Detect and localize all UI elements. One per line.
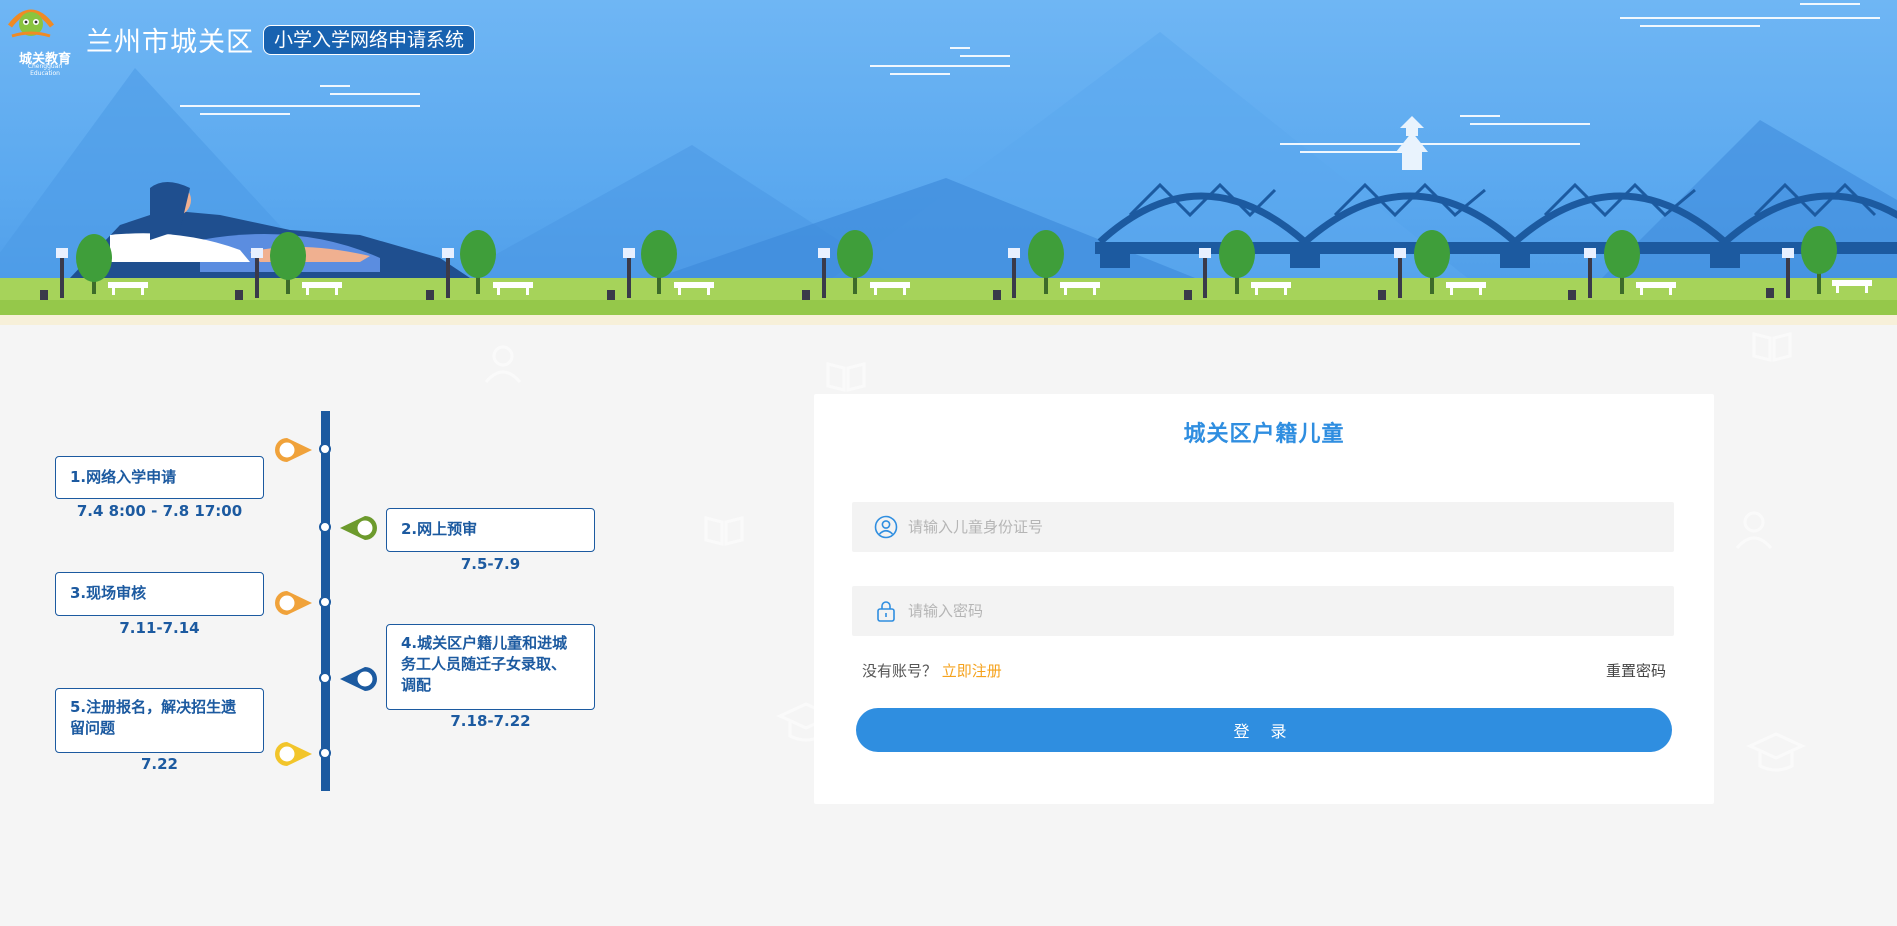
timeline-dot-2 bbox=[319, 521, 331, 533]
login-card: 城关区户籍儿童 没有账号？ 立即注册 重置密码 登 录 bbox=[814, 394, 1714, 804]
login-title: 城关区户籍儿童 bbox=[1183, 422, 1345, 447]
timeline-pin-5-icon bbox=[275, 742, 312, 766]
timeline-step-4-date: 7.18-7.22 bbox=[450, 712, 531, 730]
timeline-pin-4-icon bbox=[340, 667, 377, 691]
login-button[interactable]: 登 录 bbox=[856, 708, 1672, 752]
user-outline-decoration-icon-2 bbox=[1735, 511, 1773, 550]
id-number-input[interactable] bbox=[908, 502, 1648, 552]
system-name-badge: 小学入学网络申请系统 bbox=[263, 25, 476, 55]
timeline-dot-5 bbox=[319, 747, 331, 759]
timeline-step-1: 1.网络入学申请 bbox=[55, 456, 264, 499]
user-icon bbox=[874, 515, 898, 539]
register-link[interactable]: 立即注册 bbox=[942, 662, 1002, 680]
banner-bottom-strip bbox=[0, 315, 1897, 325]
timeline-pin-1-icon bbox=[275, 438, 312, 462]
timeline-step-4: 4.城关区户籍儿童和进城务工人员随迁子女录取、调配 bbox=[386, 624, 595, 710]
timeline-step-2-date: 7.5-7.9 bbox=[460, 555, 521, 573]
timeline-pin-2-icon bbox=[340, 516, 377, 540]
book-outline-decoration-icon-3 bbox=[704, 516, 744, 546]
password-input[interactable] bbox=[908, 586, 1648, 636]
timeline-step-1-date: 7.4 8:00 - 7.8 17:00 bbox=[76, 502, 243, 520]
register-row: 没有账号？ 立即注册 bbox=[862, 660, 1002, 681]
timeline-step-5: 5.注册报名，解决招生遗留问题 bbox=[55, 688, 264, 753]
timeline-dot-3 bbox=[319, 596, 331, 608]
graduation-cap-decoration-icon bbox=[1746, 732, 1806, 772]
timeline-step-3: 3.现场审核 bbox=[55, 572, 264, 616]
header-banner: 城关教育 Chengguan Education 兰州市城关区 小学入学网络申请… bbox=[0, 0, 1897, 325]
lock-icon bbox=[877, 601, 895, 622]
id-number-field[interactable] bbox=[852, 502, 1674, 552]
timeline-dot-4 bbox=[319, 672, 331, 684]
site-title: 兰州市城关区 bbox=[86, 27, 254, 58]
timeline-step-2: 2.网上预审 bbox=[386, 508, 595, 552]
book-outline-decoration-icon bbox=[826, 362, 866, 392]
no-account-text: 没有账号？ bbox=[862, 662, 938, 680]
timeline-step-5-date: 7.22 bbox=[140, 755, 178, 773]
reset-password-link[interactable]: 重置密码 bbox=[1606, 660, 1666, 681]
timeline-dot-1 bbox=[319, 443, 331, 455]
user-outline-decoration-icon bbox=[484, 345, 522, 384]
timeline-pin-3-icon bbox=[275, 591, 312, 615]
timeline-step-3-date: 7.11-7.14 bbox=[119, 619, 200, 637]
logo-subtext: Chengguan Education bbox=[27, 63, 63, 77]
password-field[interactable] bbox=[852, 586, 1674, 636]
book-outline-decoration-icon-2 bbox=[1752, 332, 1792, 362]
